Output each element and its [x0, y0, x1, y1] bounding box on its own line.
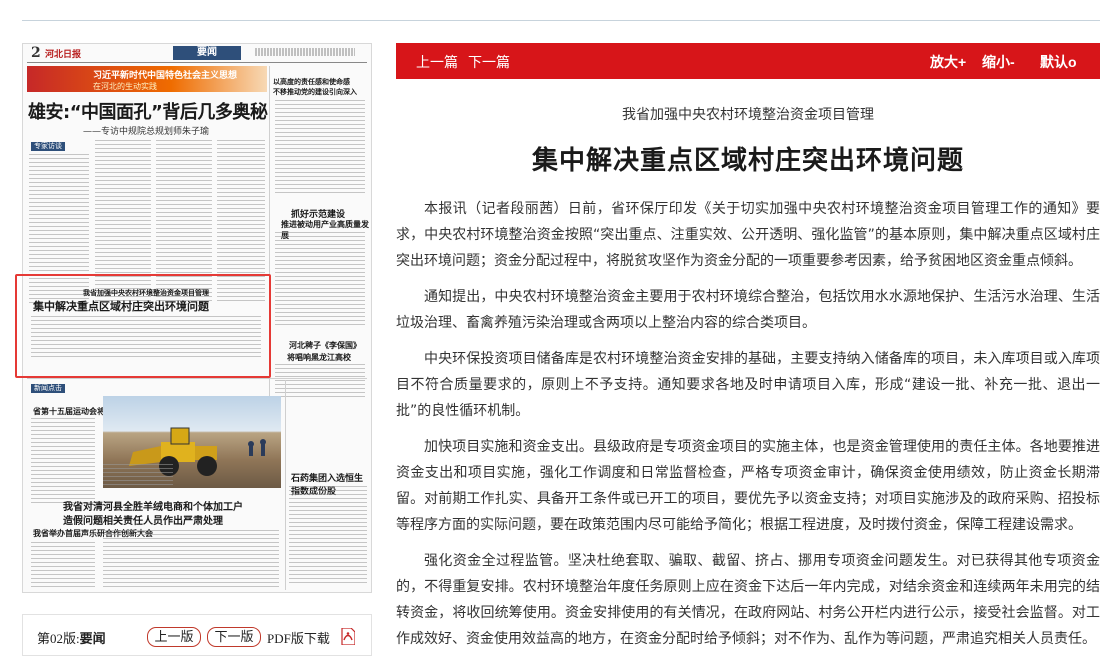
- section-label: 要闻: [173, 46, 241, 60]
- photo-caption: [103, 464, 173, 488]
- text-block: [275, 232, 365, 328]
- zoom-in-button[interactable]: 放大+: [930, 52, 966, 72]
- page-headline[interactable]: 雄安:“中国面孔”背后几多奥秘: [28, 98, 268, 124]
- article-kicker: 我省加强中央农村环境整治资金项目管理: [622, 107, 874, 123]
- text-block: [103, 530, 279, 588]
- article-title: 集中解决重点区域村庄突出环境问题: [531, 146, 964, 176]
- edition-name: 要闻: [79, 631, 106, 646]
- banner-subtitle: 在河北的生动实践: [93, 82, 157, 91]
- prev-article-button[interactable]: 上一篇: [416, 52, 458, 72]
- pdf-icon[interactable]: [341, 628, 355, 645]
- date-line: [255, 48, 355, 56]
- pdf-download-link[interactable]: PDF版下载: [267, 628, 330, 647]
- edition-label: 第02版:要闻: [37, 631, 106, 646]
- article-body: 本报讯（记者段丽茜）日前，省环保厅印发《关于切实加强中央农村环境整治资金项目管理…: [396, 196, 1100, 662]
- page-number: 2: [31, 45, 41, 61]
- article-toolbar: 上一篇 下一篇 放大+ 缩小- 默认o: [396, 43, 1100, 79]
- right-column-subtitle[interactable]: 不移推动党的建设引向深入: [273, 87, 357, 97]
- low-right-title[interactable]: 河北稗子《李保国》: [289, 340, 361, 351]
- paper-name: 河北日报: [45, 50, 82, 60]
- next-article-button[interactable]: 下一篇: [468, 52, 510, 72]
- text-block: [31, 542, 95, 588]
- zoom-out-button[interactable]: 缩小-: [982, 52, 1015, 72]
- low-right-subtitle[interactable]: 将唱响黑龙江高校: [287, 352, 351, 363]
- article-paragraph: 加快项目实施和资金支出。县级政府是专项资金项目的实施主体，也是资金管理使用的责任…: [396, 439, 1100, 533]
- article-paragraph: 通知提出，中央农村环境整治资金主要用于农村环境综合整治，包括饮用水水源地保护、生…: [396, 289, 1100, 331]
- article-paragraph: 中央环保投资项目储备库是农村环境整治资金安排的基础，主要支持纳入储备库的项目，未…: [396, 351, 1100, 419]
- column-divider: [285, 380, 286, 590]
- prev-page-button[interactable]: 上一版: [147, 627, 201, 647]
- tag-expert-interview: 专家访谈: [31, 142, 65, 151]
- page-pager: 第02版:要闻 上一版 下一版 PDF版下载: [22, 614, 372, 656]
- selected-article-highlight[interactable]: [15, 274, 271, 378]
- banner-title: 习近平新时代中国特色社会主义思想: [93, 71, 238, 81]
- text-block: [31, 418, 95, 504]
- page-subheadline: ——专访中规院总规划师朱子瑜: [83, 127, 210, 137]
- text-block: [275, 364, 365, 400]
- right-column-title[interactable]: 以高度的责任感和使命感: [273, 77, 350, 87]
- row-divider: [27, 378, 367, 379]
- default-size-button[interactable]: 默认o: [1040, 52, 1077, 72]
- article-paragraph: 本报讯（记者段丽茜）日前，省环保厅印发《关于切实加强中央农村环境整治资金项目管理…: [396, 201, 1100, 269]
- header-rule: [27, 62, 367, 63]
- text-block: [289, 486, 367, 586]
- next-page-button[interactable]: 下一版: [207, 627, 261, 647]
- page-header: 2 河北日报 要闻: [23, 44, 371, 62]
- bottom-subtitle[interactable]: 造假问题相关责任人员作出严肃处理: [63, 512, 223, 527]
- bottom-title[interactable]: 我省对清河县全胜羊绒电商和个体加工户: [63, 498, 243, 513]
- text-block: [275, 100, 365, 196]
- top-divider: [22, 20, 1100, 21]
- article-paragraph: 强化资金全过程监管。坚决杜绝套取、骗取、截留、挤占、挪用专项资金问题发生。对已获…: [396, 553, 1100, 647]
- tag-news-click: 新闻点击: [31, 384, 65, 393]
